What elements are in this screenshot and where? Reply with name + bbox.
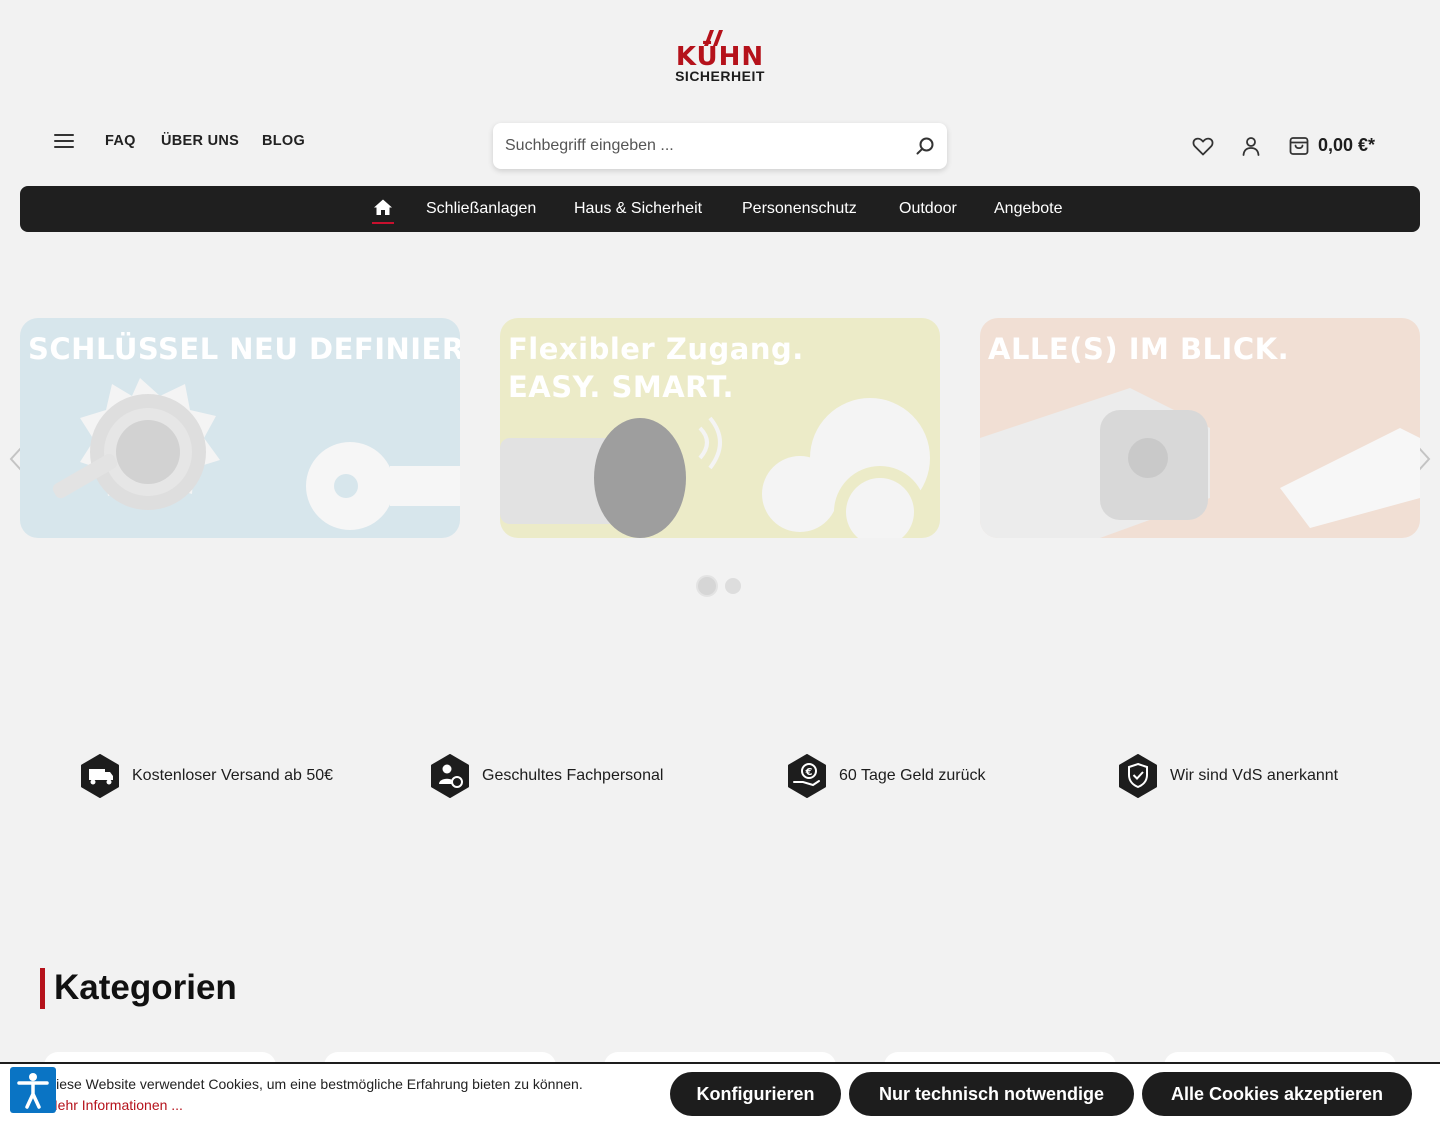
top-link-blog[interactable]: BLOG [262, 133, 305, 149]
slide-3-headline: ALLE(S) IM BLICK. [988, 332, 1290, 366]
nav-active-indicator [372, 222, 394, 224]
usp-free-shipping: Kostenloser Versand ab 50€ [78, 754, 333, 798]
usp-text: Geschultes Fachpersonal [482, 767, 664, 784]
cookie-message: Diese Website verwendet Cookies, um eine… [46, 1076, 583, 1092]
free-shipping-truck-icon [81, 754, 119, 798]
svg-text:€: € [805, 767, 813, 778]
search-box [493, 123, 947, 169]
usp-money-back: € 60 Tage Geld zurück [785, 754, 985, 798]
cookie-configure-button[interactable]: Konfigurieren [670, 1072, 841, 1116]
main-navigation: Schließanlagen Haus & Sicherheit Persone… [20, 186, 1420, 232]
vds-shield-icon [1119, 754, 1157, 798]
nav-item-angebote[interactable]: Angebote [994, 200, 1063, 218]
slide-flexible-access[interactable]: Flexibler Zugang. EASY. SMART. [500, 318, 940, 538]
cookie-banner: Diese Website verwendet Cookies, um eine… [0, 1062, 1440, 1123]
slide-2-headline-2: EASY. SMART. [508, 370, 735, 404]
cookie-more-info-link[interactable]: Mehr Informationen ... [46, 1097, 183, 1113]
logo-subline: SICHERHEIT [675, 68, 765, 84]
cart-total[interactable]: 0,00 €* [1318, 135, 1375, 156]
cookie-accept-all-button[interactable]: Alle Cookies akzeptieren [1142, 1072, 1412, 1116]
usp-text: 60 Tage Geld zurück [839, 767, 986, 784]
nav-item-haus-sicherheit[interactable]: Haus & Sicherheit [574, 200, 702, 218]
categories-heading: Kategorien [54, 968, 237, 1007]
slider-dot-1[interactable] [696, 575, 718, 597]
money-back-icon: € [788, 754, 826, 798]
nav-item-personenschutz[interactable]: Personenschutz [742, 200, 857, 218]
top-link-about[interactable]: ÜBER UNS [161, 133, 239, 149]
accessibility-button[interactable] [10, 1067, 56, 1113]
cookie-necessary-only-button[interactable]: Nur technisch notwendige [849, 1072, 1134, 1116]
slide-see-everything[interactable]: ALLE(S) IM BLICK. [980, 318, 1420, 538]
hamburger-menu-icon[interactable] [52, 130, 76, 154]
slide-key-redefined[interactable]: SCHLÜSSEL NEU DEFINIERT [20, 318, 460, 538]
slide-1-headline: SCHLÜSSEL NEU DEFINIERT [28, 332, 460, 366]
top-link-faq[interactable]: FAQ [105, 133, 136, 149]
wishlist-heart-icon[interactable] [1191, 134, 1215, 158]
nav-home[interactable] [372, 198, 394, 224]
slider-dot-2[interactable] [725, 578, 741, 594]
nav-item-schliessanlagen[interactable]: Schließanlagen [426, 200, 536, 218]
nav-item-outdoor[interactable]: Outdoor [899, 200, 957, 218]
home-icon [374, 199, 392, 215]
usp-text: Wir sind VdS anerkannt [1170, 767, 1339, 784]
trained-staff-icon [431, 754, 469, 798]
account-user-icon[interactable] [1239, 134, 1263, 158]
brand-logo[interactable]: KÜHN SICHERHEIT [670, 30, 770, 86]
search-icon[interactable] [915, 136, 935, 156]
slide-2-headline-1: Flexibler Zugang. [508, 332, 804, 366]
search-input[interactable] [493, 123, 893, 169]
usp-vds-certified: Wir sind VdS anerkannt [1116, 754, 1338, 798]
usp-trained-staff: Geschultes Fachpersonal [428, 754, 663, 798]
shopping-bag-icon[interactable] [1287, 134, 1311, 158]
section-accent-bar [40, 968, 45, 1009]
accessibility-person-icon [17, 1073, 49, 1109]
usp-text: Kostenloser Versand ab 50€ [132, 767, 334, 784]
